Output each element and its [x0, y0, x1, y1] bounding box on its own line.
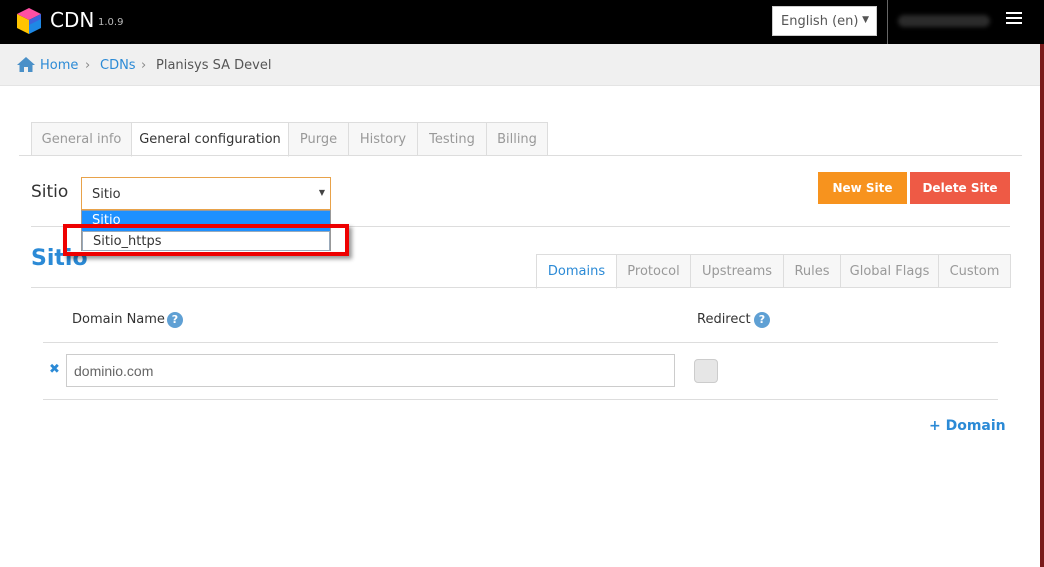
subtab-global-flags[interactable]: Global Flags	[840, 254, 939, 288]
tab-history[interactable]: History	[348, 122, 418, 156]
tab-purge[interactable]: Purge	[288, 122, 349, 156]
tab-billing[interactable]: Billing	[486, 122, 548, 156]
help-icon[interactable]: ?	[754, 312, 770, 328]
home-icon	[17, 57, 35, 72]
breadcrumb-home-link[interactable]: Home	[40, 58, 78, 73]
breadcrumb: Home › CDNs › Planisys SA Devel	[0, 44, 1040, 86]
language-value: English (en)	[781, 14, 859, 29]
tab-general-info[interactable]: General info	[31, 122, 132, 156]
language-select[interactable]: English (en) ▼	[772, 6, 877, 36]
header-divider	[887, 0, 888, 44]
subtabs-divider	[31, 287, 1011, 288]
chevron-right-icon: ›	[141, 58, 147, 73]
user-email-blurred[interactable]	[898, 15, 990, 27]
help-icon[interactable]: ?	[167, 312, 183, 328]
breadcrumb-cdns-link[interactable]: CDNs	[100, 58, 136, 73]
table-row-divider	[43, 399, 998, 400]
redirect-checkbox[interactable]	[694, 359, 718, 383]
annotation-highlight-box	[63, 224, 349, 256]
cube-logo-icon	[17, 8, 41, 34]
top-bar: CDN 1.0.9 English (en) ▼	[0, 0, 1044, 44]
column-header-domain-name: Domain Name	[72, 312, 165, 327]
version-label: 1.0.9	[98, 17, 124, 28]
site-select[interactable]: Sitio ▼	[81, 177, 331, 210]
subtab-upstreams[interactable]: Upstreams	[690, 254, 784, 288]
tab-general-configuration[interactable]: General configuration	[131, 122, 289, 157]
column-header-redirect: Redirect	[697, 312, 751, 327]
domain-name-input[interactable]: dominio.com	[66, 354, 675, 387]
subtab-rules[interactable]: Rules	[783, 254, 841, 288]
subtab-custom[interactable]: Custom	[938, 254, 1011, 288]
subtab-protocol[interactable]: Protocol	[616, 254, 691, 288]
caret-down-icon: ▼	[318, 188, 325, 197]
chevron-right-icon: ›	[85, 58, 91, 73]
site-label: Sitio	[31, 182, 69, 202]
brand-name: CDN	[50, 8, 95, 32]
hamburger-icon[interactable]	[1006, 12, 1022, 26]
remove-icon[interactable]: ✖	[49, 362, 60, 377]
table-header-divider	[43, 342, 998, 343]
new-site-button[interactable]: New Site	[818, 172, 907, 204]
window-edge	[1040, 44, 1044, 567]
add-domain-link[interactable]: + Domain	[929, 418, 1006, 434]
delete-site-button[interactable]: Delete Site	[910, 172, 1010, 204]
subtab-domains[interactable]: Domains	[536, 254, 617, 289]
site-select-value: Sitio	[92, 187, 121, 202]
tab-testing[interactable]: Testing	[417, 122, 487, 156]
caret-down-icon: ▼	[862, 15, 869, 25]
tabs-divider	[19, 155, 1022, 156]
breadcrumb-current: Planisys SA Devel	[156, 58, 272, 73]
